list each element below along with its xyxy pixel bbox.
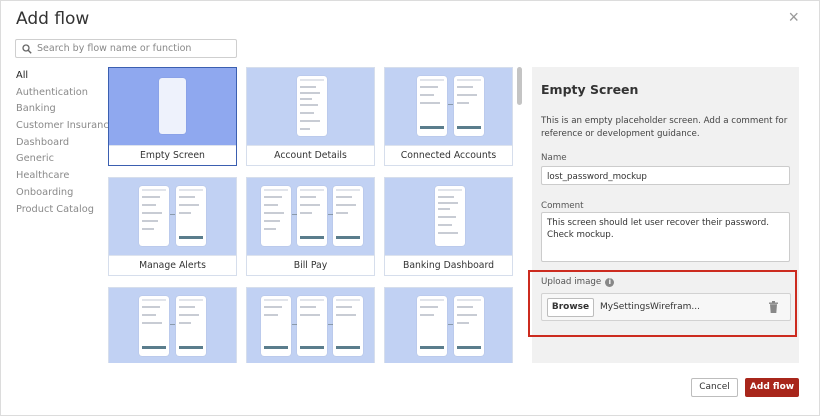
name-label: Name [541,153,567,163]
flow-thumbnail [385,68,512,145]
dialog-title: Add flow [16,9,90,29]
uploaded-file-name: MySettingsWirefram... [600,302,700,312]
flow-card-banking-dashboard[interactable]: Banking Dashboard [384,177,513,276]
category-list: All Authentication Banking Customer Insu… [16,68,115,218]
phone-mockup [435,186,465,246]
flow-thumbnail [385,288,512,363]
search-box[interactable] [15,39,237,58]
flow-card[interactable] [384,287,513,363]
phone-mockup [333,186,363,246]
flow-card-empty-screen[interactable]: Empty Screen [108,67,237,166]
flow-thumbnail [109,68,236,145]
flow-card[interactable] [108,287,237,363]
phone-mockup [417,296,447,356]
category-authentication[interactable]: Authentication [16,85,115,102]
flow-card-connected-accounts[interactable]: Connected Accounts [384,67,513,166]
name-field[interactable]: lost_password_mockup [541,166,790,185]
search-input[interactable] [37,43,227,54]
phone-mockup [261,186,291,246]
browse-button[interactable]: Browse [547,298,594,317]
add-flow-button[interactable]: Add flow [745,378,799,397]
grid-scrollbar[interactable] [517,67,522,105]
phone-mockup [297,186,327,246]
phone-mockup [261,296,291,356]
flow-card-label: Bill Pay [247,255,374,275]
phone-mockup [454,76,484,136]
search-icon [22,43,32,54]
phone-mockup [333,296,363,356]
flow-grid: Empty Screen Account Details Connected A… [108,67,514,363]
flow-thumbnail [247,288,374,363]
flow-card-manage-alerts[interactable]: Manage Alerts [108,177,237,276]
category-banking[interactable]: Banking [16,101,115,118]
flow-card-label: Manage Alerts [109,255,236,275]
upload-control: Browse MySettingsWirefram... [541,293,791,321]
info-icon[interactable]: i [605,277,615,287]
flow-card-account-details[interactable]: Account Details [246,67,375,166]
flow-card-bill-pay[interactable]: Bill Pay [246,177,375,276]
details-description: This is an empty placeholder screen. Add… [541,116,788,139]
close-icon[interactable]: × [788,7,799,27]
flow-thumbnail [385,178,512,255]
category-healthcare[interactable]: Healthcare [16,168,115,185]
flow-card[interactable] [246,287,375,363]
phone-mockup [417,76,447,136]
category-generic[interactable]: Generic [16,151,115,168]
phone-mockup [297,76,327,136]
trash-icon[interactable] [769,301,778,313]
category-dashboard[interactable]: Dashboard [16,135,115,152]
phone-mockup [176,186,206,246]
phone-mockup [297,296,327,356]
phone-mockup [454,296,484,356]
phone-mockup [159,78,186,134]
category-customer-insurance[interactable]: Customer Insurance [16,118,115,135]
flow-thumbnail [247,178,374,255]
comment-label: Comment [541,201,584,211]
flow-card-label: Connected Accounts [385,145,512,165]
upload-image-label: Upload image i [541,277,615,287]
flow-thumbnail [109,178,236,255]
add-flow-dialog: Add flow × All Authentication Banking Cu… [0,0,820,416]
cancel-button[interactable]: Cancel [691,378,738,397]
flow-card-label: Empty Screen [109,145,236,165]
upload-label-text: Upload image [541,277,602,287]
flow-thumbnail [109,288,236,363]
details-title: Empty Screen [541,82,639,97]
phone-mockup [139,186,169,246]
category-onboarding[interactable]: Onboarding [16,185,115,202]
category-all[interactable]: All [16,68,115,85]
flow-thumbnail [247,68,374,145]
flow-card-label: Account Details [247,145,374,165]
category-product-catalog[interactable]: Product Catalog [16,202,115,219]
phone-mockup [139,296,169,356]
phone-mockup [176,296,206,356]
flow-card-label: Banking Dashboard [385,255,512,275]
comment-field[interactable]: This screen should let user recover thei… [541,212,790,262]
